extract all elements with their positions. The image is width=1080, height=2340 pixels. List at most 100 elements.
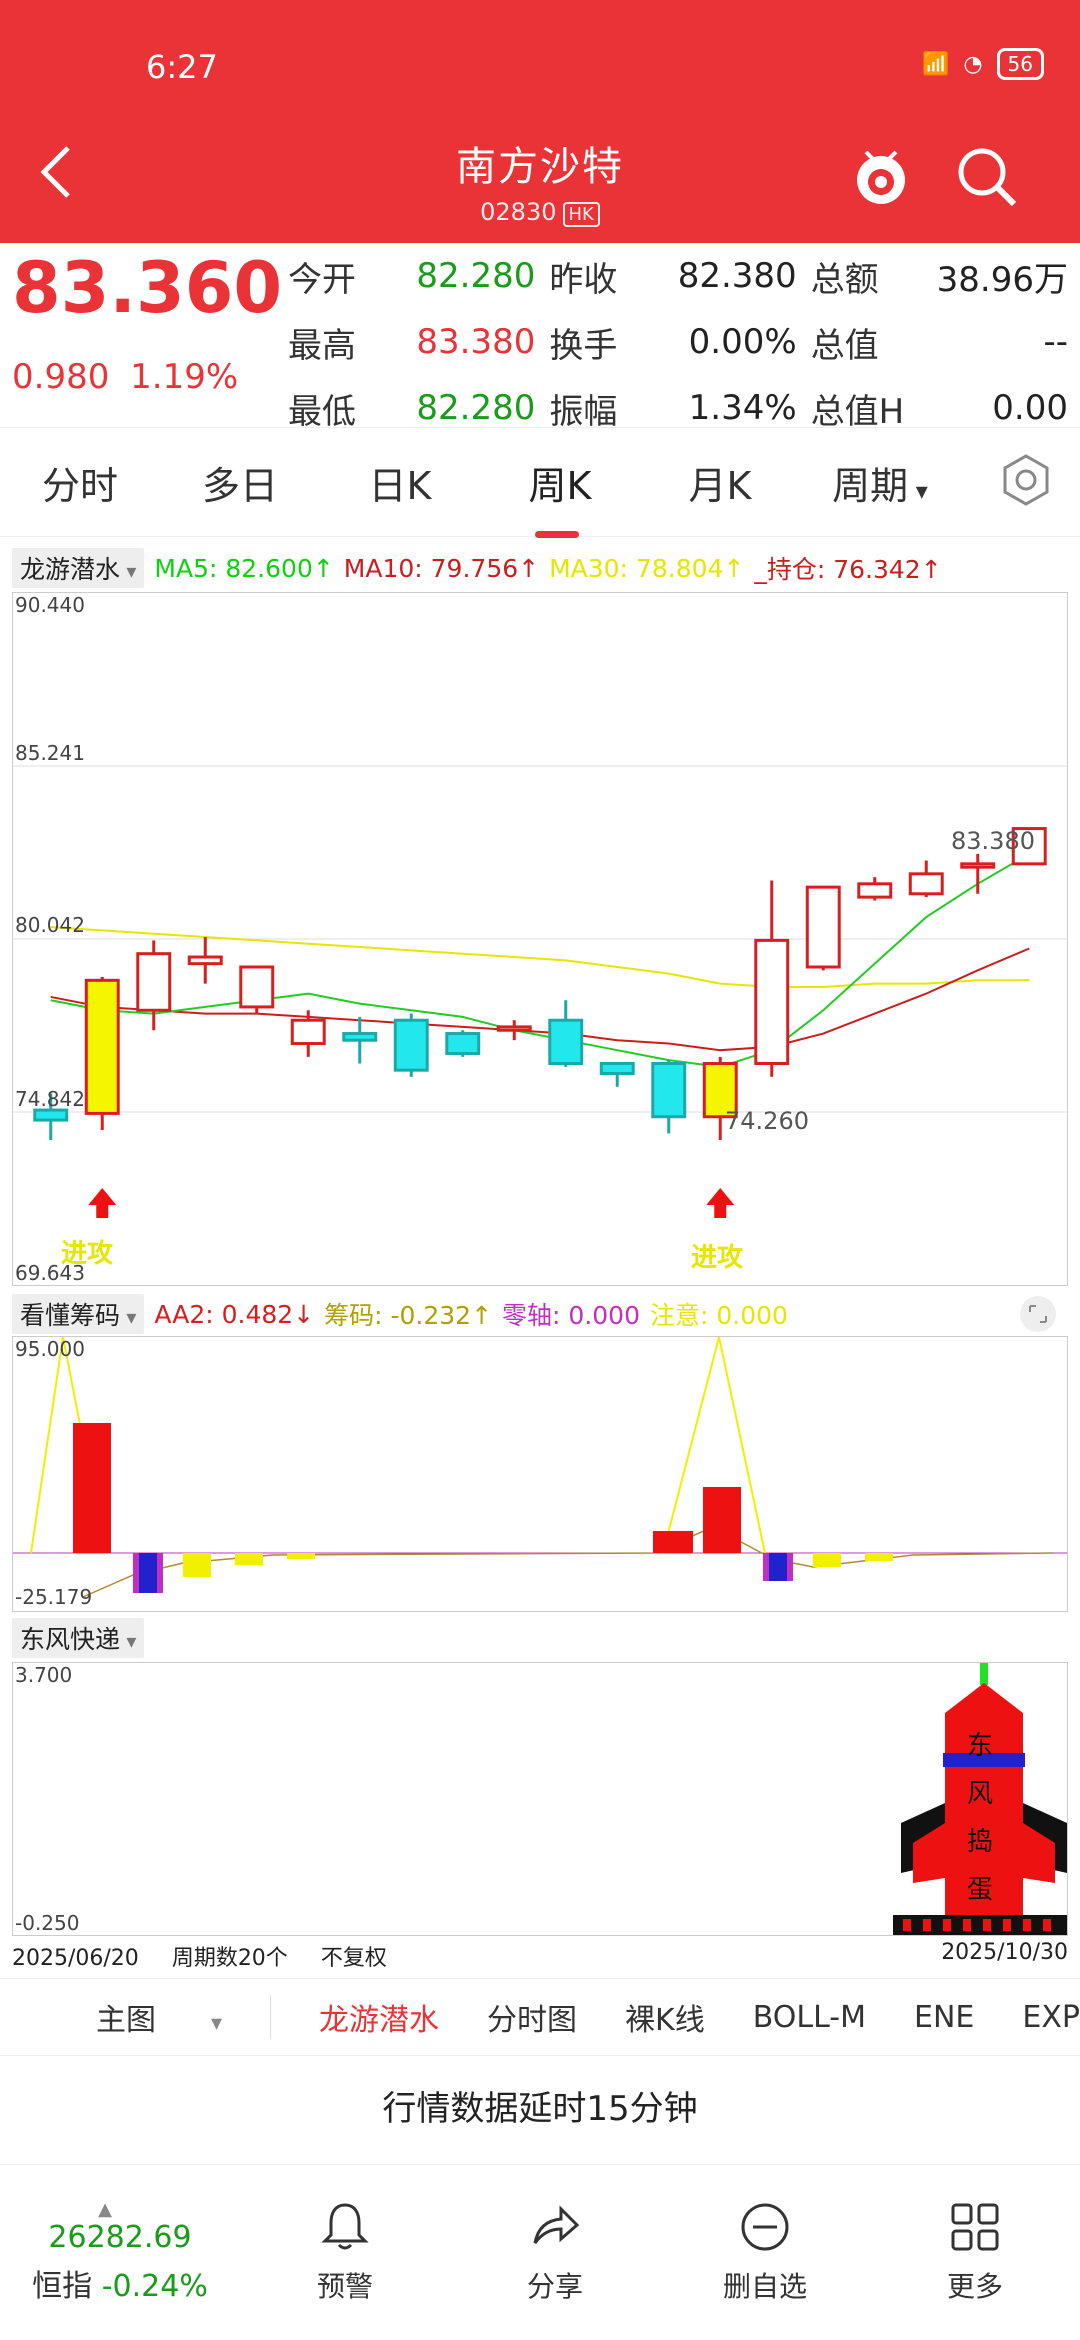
quote-value: 0.00% xyxy=(688,322,797,362)
chip-indicator-select[interactable]: 看懂筹码 xyxy=(12,1294,145,1334)
app-header: 6:27 📶 ◔ 56 南方沙特 02830 HK xyxy=(0,0,1080,243)
minus-circle-icon xyxy=(741,2203,789,2251)
y-axis-label: 80.042 xyxy=(15,913,85,937)
indicator-tab-expma[interactable]: EXPMA xyxy=(1022,2000,1080,2035)
nav-share[interactable]: 分享 xyxy=(450,2199,660,2305)
share-icon xyxy=(533,2205,580,2244)
quote-label: 换手 xyxy=(549,325,618,366)
quote-panel: 83.360 0.980 1.19% 今开 82.280 昨收 82.380 总… xyxy=(0,243,1080,432)
candle-body xyxy=(33,1108,69,1122)
index-change: -0.24% xyxy=(101,2269,208,2304)
stock-name: 南方沙特 xyxy=(456,144,624,190)
y-axis-top-label: 90.440 xyxy=(15,593,85,617)
index-line: 恒指 -0.24% xyxy=(0,2261,240,2305)
candle-body xyxy=(754,938,790,1065)
attack-arrow-icon xyxy=(706,1188,735,1218)
candle-body xyxy=(908,872,944,896)
robot-assistant-icon[interactable] xyxy=(846,140,916,210)
search-icon[interactable] xyxy=(952,142,1022,212)
attack-signal-label: 进攻 xyxy=(691,1243,744,1273)
stock-code-line: 02830 HK xyxy=(0,198,1080,227)
nav-remove-watchlist[interactable]: 删自选 xyxy=(660,2199,870,2305)
tab-daily-k[interactable]: 日K xyxy=(320,455,480,510)
indicator-tab-intraday[interactable]: 分时图 xyxy=(487,1995,577,2039)
high-price-marker: 83.380 xyxy=(951,827,1035,855)
note-label: 注意: 0.000 xyxy=(650,1301,788,1330)
price-change: 0.980 1.19% xyxy=(12,357,238,397)
rocket-text: 东 xyxy=(967,1731,994,1761)
candle-body xyxy=(239,965,275,1009)
indicator-tab-boll[interactable]: BOLL-M xyxy=(753,2000,866,2035)
candle-body xyxy=(342,1032,378,1042)
quote-value: 82.280 xyxy=(416,256,536,296)
grid-icon xyxy=(951,2203,999,2251)
quote-label: 最高 xyxy=(288,325,356,366)
start-date: 2025/06/20 xyxy=(12,1946,139,1971)
quote-row: 今开 82.280 昨收 82.380 总额 38.96万 xyxy=(288,243,1068,309)
wifi-icon: ◔ xyxy=(963,51,983,77)
main-indicator-select[interactable]: 龙游潜水 xyxy=(12,548,145,588)
main-indicator-bar: 龙游潜水 MA5: 82.600↑ MA10: 79.756↑ MA30: 78… xyxy=(12,548,942,588)
candlestick-svg xyxy=(13,765,1067,1218)
quote-value: 0.00 xyxy=(992,388,1068,428)
quote-value: 82.280 xyxy=(416,388,536,428)
zero-axis-label: 零轴: 0.000 xyxy=(502,1301,640,1330)
chip-chart: 95.000 -25.179 xyxy=(12,1336,1068,1612)
market-badge: HK xyxy=(562,202,600,227)
indicator-tab-naked-k[interactable]: 裸K线 xyxy=(625,1995,705,2039)
candle-body xyxy=(651,1061,687,1119)
expand-icon[interactable] xyxy=(1018,1294,1058,1334)
chip-y-bottom-label: -25.179 xyxy=(15,1585,93,1609)
stock-code: 02830 xyxy=(480,198,557,226)
tab-intraday[interactable]: 分时 xyxy=(0,455,160,510)
main-chart-label: 主图 xyxy=(96,2003,156,2038)
df-chart: 3.700 -0.250 东 风 捣 蛋 xyxy=(12,1662,1068,1936)
attack-signal-label: 进攻 xyxy=(61,1239,114,1269)
candle-body xyxy=(445,1032,481,1056)
quote-value: 38.96万 xyxy=(936,259,1068,300)
df-indicator-bar: 东风快递 xyxy=(12,1618,145,1658)
bell-icon xyxy=(321,2203,369,2250)
period-tabs: 分时 多日 日K 周K 月K 周期 ▾ xyxy=(0,428,1080,538)
indicator-tab-ene[interactable]: ENE xyxy=(914,2000,974,2035)
index-ticker[interactable]: ▲ 26282.69 恒指 -0.24% xyxy=(0,2199,240,2305)
nav-alert-label: 预警 xyxy=(316,2270,373,2303)
chart-footer: 2025/06/20 周期数20个 不复权 2025/10/30 xyxy=(12,1940,1068,1972)
period-count: 周期数20个 xyxy=(171,1946,288,1971)
main-chart-dropdown[interactable]: 主图 ▾ xyxy=(48,1995,222,2039)
rocket-svg xyxy=(893,1663,1067,1935)
df-y-top-label: 3.700 xyxy=(15,1663,73,1687)
quote-value: 1.34% xyxy=(688,388,797,428)
chip-y-top-label: 95.000 xyxy=(15,1337,85,1361)
candle-body xyxy=(393,1018,429,1072)
indicator-tab-longyou[interactable]: 龙游潜水 xyxy=(270,1995,439,2039)
quote-label: 昨收 xyxy=(549,259,618,300)
candle-body xyxy=(290,1018,326,1046)
chip-indicator-bar: 看懂筹码 AA2: 0.482↓ 筹码: -0.232↑ 零轴: 0.000 注… xyxy=(12,1294,788,1334)
rocket-text: 捣 xyxy=(967,1827,994,1857)
ma30-label: MA30: 78.804↑ xyxy=(549,553,745,583)
nav-alert[interactable]: 预警 xyxy=(240,2199,450,2305)
nav-share-label: 分享 xyxy=(526,2270,583,2303)
tab-monthly-k[interactable]: 月K xyxy=(640,455,800,510)
settings-icon[interactable] xyxy=(996,450,1056,510)
quote-label: 总值H xyxy=(810,391,905,432)
candlestick-chart[interactable]: 90.440 85.241 80.042 74.842 69.643 83.38… xyxy=(12,592,1068,1286)
quote-grid: 今开 82.280 昨收 82.380 总额 38.96万 最高 83.380 … xyxy=(288,243,1068,441)
candle-body xyxy=(599,1061,635,1075)
ma5-label: MA5: 82.600↑ xyxy=(154,553,334,583)
y-axis-label: 85.241 xyxy=(15,741,85,765)
status-time: 6:27 xyxy=(146,48,218,86)
tab-multi-day[interactable]: 多日 xyxy=(160,455,320,510)
last-price: 83.360 xyxy=(12,247,283,329)
tab-weekly-k[interactable]: 周K xyxy=(480,455,640,538)
quote-label: 今开 xyxy=(288,259,356,300)
tab-period-dropdown[interactable]: 周期 ▾ xyxy=(800,455,960,510)
quote-label: 振幅 xyxy=(549,391,618,432)
df-indicator-select[interactable]: 东风快递 xyxy=(12,1618,145,1658)
chip-label: 筹码: -0.232↑ xyxy=(324,1301,493,1330)
caret-down-icon: ▾ xyxy=(204,2011,223,2036)
nav-more[interactable]: 更多 xyxy=(870,2199,1080,2305)
rocket-text: 风 xyxy=(967,1779,994,1809)
quote-value: -- xyxy=(1043,322,1068,362)
